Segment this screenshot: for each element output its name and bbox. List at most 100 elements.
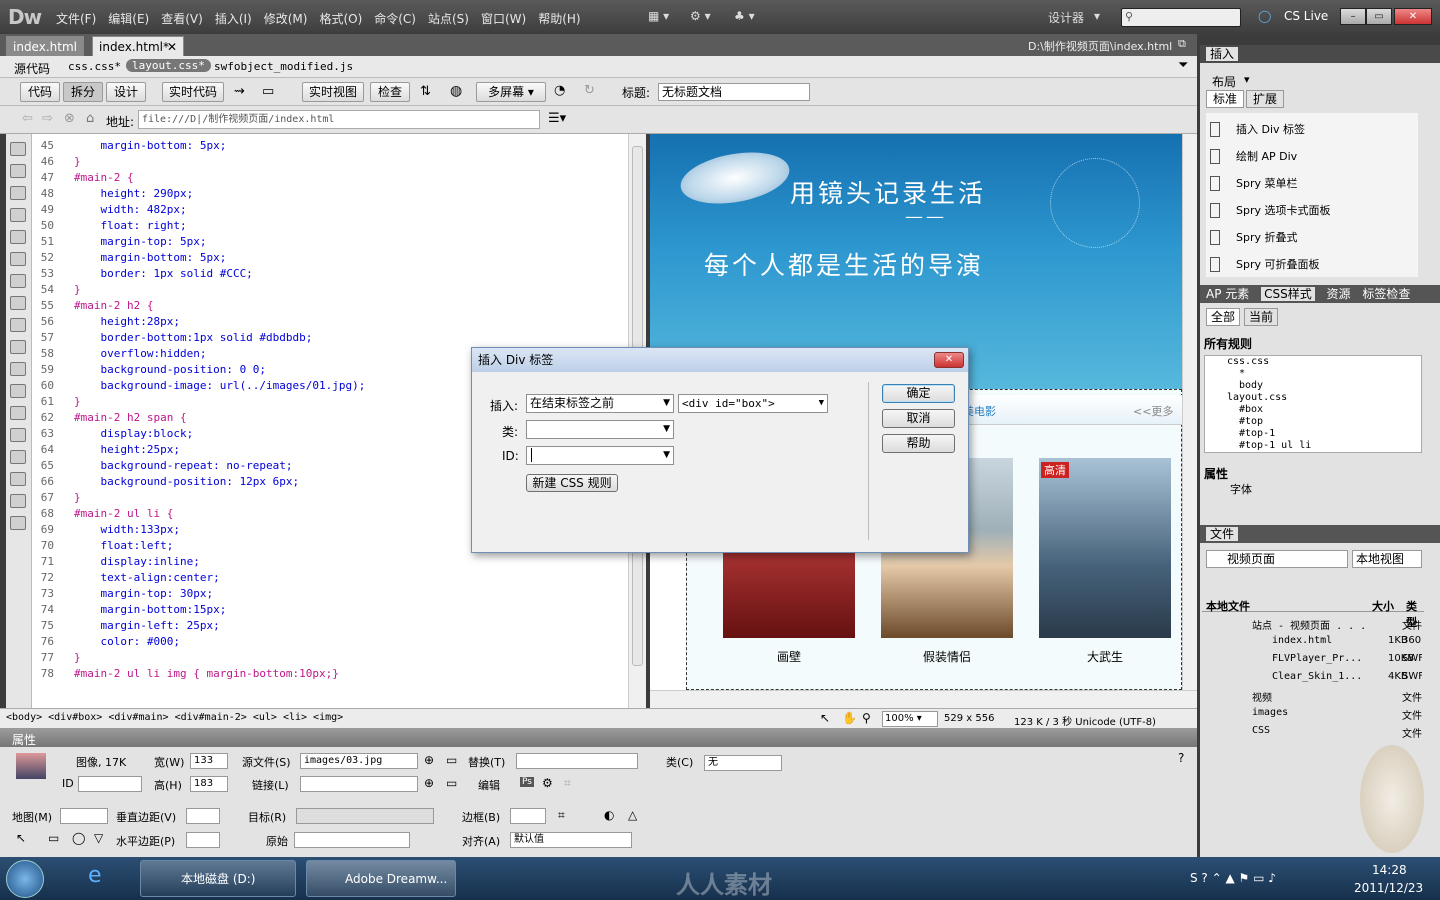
- code-line[interactable]: 50 float: right;: [32, 218, 646, 234]
- filter-icon[interactable]: ⏷: [1178, 58, 1188, 73]
- file-row[interactable]: CSS 文件: [1202, 723, 1424, 741]
- chevron-down-icon[interactable]: ▾: [1094, 9, 1100, 23]
- design-scrollbar-horizontal[interactable]: [650, 690, 1197, 708]
- menu-insert[interactable]: 插入(I): [215, 10, 252, 27]
- split-view-button[interactable]: 拆分: [63, 82, 103, 102]
- crop-icon[interactable]: ⌗: [564, 776, 571, 791]
- id-field[interactable]: [78, 776, 142, 792]
- code-line[interactable]: 71 display:inline;: [32, 554, 646, 570]
- expand-all-icon[interactable]: [10, 208, 26, 222]
- menu-format[interactable]: 格式(O): [319, 10, 362, 27]
- crop-tool-icon[interactable]: ⌗: [558, 808, 565, 823]
- hspace-field[interactable]: [186, 832, 220, 848]
- code-line[interactable]: 47 #main-2 {: [32, 170, 646, 186]
- design-view-button[interactable]: 设计: [106, 82, 146, 102]
- border-field[interactable]: [510, 808, 546, 824]
- menu-help[interactable]: 帮助(H): [538, 10, 580, 27]
- snippets-icon[interactable]: [10, 428, 26, 442]
- comment-icon[interactable]: [10, 362, 26, 376]
- menu-file[interactable]: 文件(F): [56, 10, 96, 27]
- movie-poster-1[interactable]: [723, 550, 855, 638]
- chevron-down-icon[interactable]: ▾: [1244, 73, 1250, 86]
- visual-aids-icon[interactable]: ◔: [554, 83, 565, 98]
- col-size[interactable]: 大小: [1372, 598, 1394, 614]
- source-code-link[interactable]: 源代码: [14, 60, 50, 77]
- tab-css-styles[interactable]: CSS样式: [1261, 287, 1315, 301]
- design-scrollbar-vertical[interactable]: [1182, 134, 1197, 690]
- code-line[interactable]: 73 margin-top: 30px;: [32, 586, 646, 602]
- browse-link-icon[interactable]: ▭: [446, 776, 457, 790]
- code-line[interactable]: 57 border-bottom:1px solid #dbdbdb;: [32, 330, 646, 346]
- link-field[interactable]: [300, 776, 418, 792]
- stop-icon[interactable]: ⊗: [64, 111, 75, 126]
- file-transfer-icon[interactable]: ⇅: [420, 84, 431, 99]
- code-line[interactable]: 51 margin-top: 5px;: [32, 234, 646, 250]
- file-row[interactable]: FLVPlayer_Pr... 10KB SWF: [1202, 651, 1424, 669]
- file-row[interactable]: index.html 1KB 360: [1202, 633, 1424, 651]
- tag-selector[interactable]: <body> <div#box> <div#main> <div#main-2>…: [6, 712, 343, 723]
- code-line[interactable]: 78 #main-2 ul li img { margin-bottom:10px…: [32, 666, 646, 682]
- insert-category[interactable]: 布局: [1212, 73, 1236, 90]
- code-line[interactable]: 48 height: 290px;: [32, 186, 646, 202]
- refresh-icon[interactable]: ↻: [584, 83, 595, 98]
- original-field[interactable]: [294, 832, 410, 848]
- tab-index-html[interactable]: index.html: [6, 36, 84, 56]
- insert-position-select[interactable]: 在结束标签之前 ▼: [526, 394, 674, 413]
- code-line[interactable]: 53 border: 1px solid #CCC;: [32, 266, 646, 282]
- code-line[interactable]: 49 width: 482px;: [32, 202, 646, 218]
- point-to-file-icon[interactable]: ⊕: [424, 753, 434, 767]
- restore-icon[interactable]: ⧉: [1178, 37, 1186, 51]
- related-file-layout[interactable]: layout.css*: [126, 59, 211, 72]
- menu-site[interactable]: 站点(S): [428, 10, 469, 27]
- alt-select[interactable]: [516, 753, 638, 769]
- tab-ap-elements[interactable]: AP 元素: [1206, 287, 1249, 301]
- point-to-link-icon[interactable]: ⊕: [424, 776, 434, 790]
- gear-icon[interactable]: ⚙ ▾: [690, 9, 711, 23]
- home-icon[interactable]: ⌂: [86, 111, 94, 126]
- taskbar-item-dreamweaver[interactable]: Adobe Dreamw...: [306, 860, 456, 897]
- new-css-rule-button[interactable]: 新建 CSS 规则: [526, 474, 618, 492]
- cs-live-button[interactable]: CS Live: [1284, 9, 1328, 23]
- file-row[interactable]: 站点 - 视频页面 . . . 文件: [1202, 615, 1424, 633]
- menu-window[interactable]: 窗口(W): [481, 10, 526, 27]
- spry-accordion-item[interactable]: Spry 折叠式: [1210, 229, 1298, 245]
- draw-ap-div-item[interactable]: 绘制 AP Div: [1210, 148, 1297, 164]
- code-view-button[interactable]: 代码: [20, 82, 60, 102]
- tab-tag-inspector[interactable]: 标签检查: [1362, 287, 1410, 301]
- inspect-button[interactable]: 检查: [370, 82, 410, 102]
- code-line[interactable]: 45 margin-bottom: 5px;: [32, 138, 646, 154]
- uncomment-icon[interactable]: [10, 384, 26, 398]
- view-select[interactable]: 本地视图: [1352, 550, 1422, 568]
- highlight-invalid-icon[interactable]: [10, 296, 26, 310]
- sharpen-icon[interactable]: △: [628, 808, 637, 822]
- class-select[interactable]: ▼: [526, 420, 674, 439]
- file-row[interactable]: Clear_Skin_1... 4KB SWF: [1202, 669, 1424, 687]
- code-line[interactable]: 76 color: #000;: [32, 634, 646, 650]
- address-input[interactable]: file:///D|/制作视频页面/index.html: [138, 110, 540, 129]
- dialog-close-button[interactable]: ✕: [934, 352, 964, 368]
- window-size[interactable]: 529 x 556: [944, 713, 994, 724]
- view-options-icon[interactable]: ☰▾: [548, 111, 566, 126]
- menu-edit[interactable]: 编辑(E): [108, 10, 149, 27]
- live-code-button[interactable]: 实时代码: [162, 82, 224, 102]
- help-button[interactable]: 帮助: [882, 434, 955, 453]
- align-select[interactable]: 默认值: [510, 832, 632, 848]
- minimize-button[interactable]: –: [1340, 8, 1366, 25]
- map-field[interactable]: [60, 808, 108, 824]
- tab-index-html-active[interactable]: index.html* ✕: [92, 36, 184, 56]
- back-icon[interactable]: ⇦: [22, 111, 33, 126]
- zoom-select[interactable]: 100% ▾: [882, 711, 938, 727]
- code-line[interactable]: 56 height:28px;: [32, 314, 646, 330]
- rule-box[interactable]: #box: [1205, 404, 1421, 416]
- rule-top-1[interactable]: #top-1: [1205, 428, 1421, 440]
- zoom-tool-icon[interactable]: ⚲: [862, 711, 871, 725]
- tray-icons[interactable]: S ? ⌃ ▲ ⚑ ▭ ♪: [1190, 871, 1276, 885]
- height-field[interactable]: 183: [190, 776, 228, 792]
- edit-settings-icon[interactable]: ⚙: [542, 776, 553, 790]
- inspect-icon[interactable]: ⇝: [234, 84, 245, 99]
- multiscreen-button[interactable]: 多屏幕 ▾: [476, 82, 546, 102]
- pointer-hotspot-icon[interactable]: ↖: [16, 831, 26, 845]
- cancel-button[interactable]: 取消: [882, 409, 955, 428]
- menu-view[interactable]: 查看(V): [161, 10, 203, 27]
- related-file-css[interactable]: css.css*: [68, 60, 121, 73]
